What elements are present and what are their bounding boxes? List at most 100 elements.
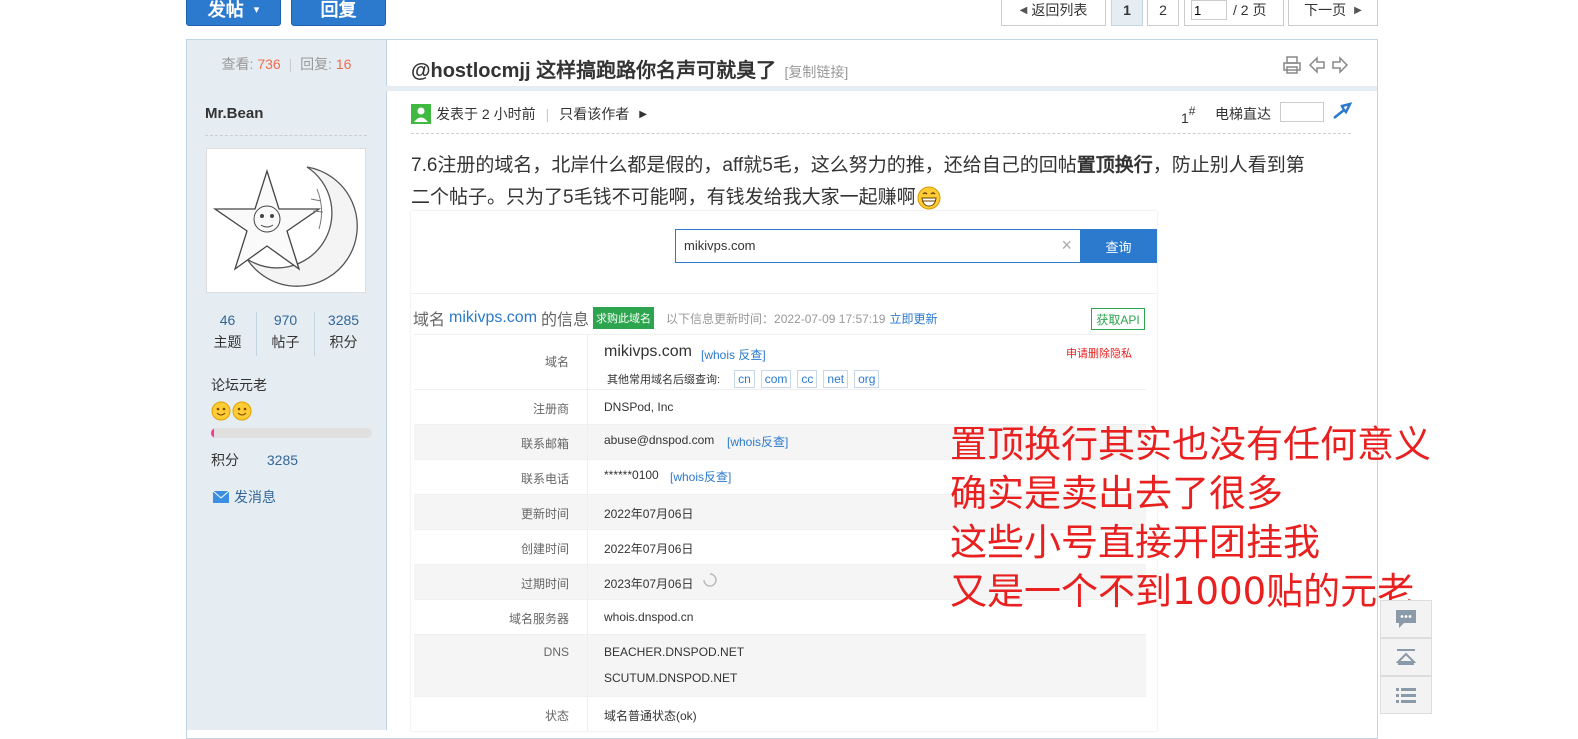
author-name[interactable]: Mr.Bean — [205, 105, 263, 122]
author-points-row: 积分 3285 — [211, 450, 298, 470]
thread-title: @hostlocmjj 这样搞跑路你名声可就臭了 — [411, 60, 777, 82]
back-to-top-button[interactable] — [1380, 638, 1432, 676]
page-2-link[interactable]: 2 — [1147, 0, 1179, 26]
list-icon — [1396, 688, 1416, 703]
updated-time: 以下信息更新时间：2022-07-09 17:57:19 — [666, 311, 886, 326]
rank-stars — [211, 401, 252, 421]
page-1-link[interactable]: 1 — [1111, 0, 1143, 26]
stat-label: 帖子 — [271, 334, 300, 350]
back-to-list-button[interactable]: ◀ 返回列表 — [1001, 0, 1106, 26]
thread-stats: 查看: 736 | 回复: 16 — [187, 54, 386, 74]
whois-value: 域名普通状态(ok) — [604, 709, 697, 723]
page-jump: / 2 页 — [1184, 0, 1284, 26]
stat-posts[interactable]: 970 帖子 — [257, 312, 315, 356]
whois-reverse-link[interactable]: [whois反查] — [670, 468, 731, 485]
privacy-link[interactable]: 申请删除隐私 — [1066, 345, 1132, 361]
send-message-label: 发消息 — [234, 489, 276, 505]
prev-thread-icon[interactable] — [1308, 55, 1326, 80]
whois-domain-row: 域名 mikivps.com [whois 反查] 申请删除隐私 其他常用域名后… — [414, 334, 1146, 395]
clear-icon[interactable]: × — [1061, 235, 1072, 256]
refresh-link[interactable]: 立即更新 — [889, 310, 937, 327]
rank-progress-bar — [211, 428, 372, 438]
whois-value: 2022年07月06日 — [604, 507, 694, 521]
points-value: 3285 — [266, 452, 299, 468]
elevator-label: 电梯直达 — [1215, 106, 1271, 122]
floor-sign: # — [1188, 104, 1196, 118]
author-stats: 46 主题 970 帖子 3285 积分 — [199, 312, 372, 356]
whois-value: 2022年07月06日 — [604, 542, 694, 556]
stat-points[interactable]: 3285 积分 — [315, 312, 372, 356]
whois-label: 域名服务器 — [508, 612, 569, 626]
whois-label-cell: 域名 — [414, 335, 588, 395]
post-meta-left: 发表于 2 小时前 | 只看该作者 ▶ — [411, 104, 647, 124]
post-text: 二个帖子。只为了5毛钱不可能啊，有钱发给我大家一起赚啊 — [411, 187, 916, 208]
page-2-label: 2 — [1159, 2, 1167, 18]
info-domain: mikivps.com — [449, 309, 538, 326]
stats-separator: | — [288, 56, 293, 72]
whois-divider — [411, 293, 1157, 294]
meta-divider: | — [545, 106, 550, 122]
reply-button[interactable]: 回复 — [291, 0, 386, 26]
whois-label: 创建时间 — [520, 542, 569, 556]
whois-label: 域名 — [544, 355, 569, 369]
page-jump-input[interactable] — [1191, 0, 1227, 20]
suffix-tag[interactable]: cn — [734, 370, 755, 388]
new-post-label: 发帖 — [207, 0, 244, 20]
suffix-tag[interactable]: cc — [797, 370, 818, 388]
chevron-down-icon: ▾ — [253, 3, 260, 16]
back-to-list-label: 返回列表 — [1031, 2, 1088, 18]
reply-label: 回复 — [320, 0, 357, 20]
whois-search-box[interactable]: mikivps.com × — [675, 229, 1081, 263]
info-suffix: 的信息 — [541, 312, 590, 329]
only-author-link[interactable]: 只看该作者 — [559, 104, 629, 124]
info-prefix: 域名 — [413, 312, 446, 329]
stat-value: 970 — [273, 312, 298, 328]
grin-emoji-icon — [917, 186, 941, 210]
whois-value: ******0100 — [604, 468, 659, 482]
stat-threads[interactable]: 46 主题 — [199, 312, 257, 356]
suffix-tag[interactable]: net — [823, 370, 849, 388]
get-api-label: 获取API — [1096, 312, 1140, 327]
views-count: 736 — [257, 56, 281, 72]
arrow-right-icon: ▶ — [1354, 4, 1362, 16]
post-bold-text: 置顶换行 — [1076, 155, 1153, 176]
buy-domain-badge[interactable]: 求购此域名 — [593, 307, 655, 329]
print-icon[interactable] — [1282, 55, 1302, 80]
suffix-tag[interactable]: org — [854, 370, 880, 388]
elevator-go-icon[interactable] — [1332, 102, 1354, 127]
copy-link[interactable]: [复制链接] — [785, 64, 849, 80]
whois-reverse-link[interactable]: [whois反查] — [727, 433, 788, 450]
annotation-line: 确实是卖出去了很多 — [950, 472, 1283, 515]
post-time: 发表于 2 小时前 — [436, 106, 536, 122]
get-api-button[interactable]: 获取API — [1091, 308, 1145, 330]
page-1-label: 1 — [1123, 2, 1131, 18]
points-label: 积分 — [211, 452, 239, 468]
arrow-right-icon: ▶ — [639, 108, 647, 120]
total-pages: / 2 页 — [1233, 2, 1267, 18]
smiley-icon — [232, 401, 252, 421]
annotation-line: 置顶换行其实也没有任何意义 — [950, 423, 1431, 466]
author-rank[interactable]: 论坛元老 — [211, 375, 267, 395]
avatar[interactable] — [206, 148, 366, 293]
post-line-2: 二个帖子。只为了5毛钱不可能啊，有钱发给我大家一起赚啊 — [411, 182, 1356, 214]
dns-server: SCUTUM.DNSPOD.NET — [604, 671, 738, 685]
back-to-list-side-button[interactable] — [1380, 676, 1432, 714]
suffix-label: 其他常用域名后缀查询: — [607, 374, 721, 386]
whois-search-value: mikivps.com — [684, 238, 756, 253]
post-text: 7.6注册的域名，北岸什么都是假的，aff就5毛，这么努力的推，还给自己的回帖 — [411, 155, 1077, 176]
replies-label: 回复: — [300, 56, 332, 72]
next-page-button[interactable]: 下一页 ▶ — [1288, 0, 1378, 26]
whois-value: abuse@dnspod.com — [604, 433, 715, 447]
whois-label: 注册商 — [532, 402, 569, 416]
suffix-tag[interactable]: com — [760, 370, 792, 388]
next-page-label: 下一页 — [1304, 2, 1347, 18]
next-thread-icon[interactable] — [1331, 55, 1349, 80]
elevator-input[interactable] — [1280, 102, 1324, 122]
send-message-link[interactable]: 发消息 — [212, 487, 276, 507]
arrow-left-icon: ◀ — [1019, 4, 1028, 16]
whois-search-button[interactable]: 查询 — [1080, 229, 1157, 263]
quick-reply-button[interactable] — [1380, 600, 1432, 638]
whois-reverse-link[interactable]: [whois 反查] — [701, 346, 766, 363]
new-post-button[interactable]: 发帖 ▾ — [186, 0, 281, 26]
whois-label: 状态 — [544, 709, 569, 723]
